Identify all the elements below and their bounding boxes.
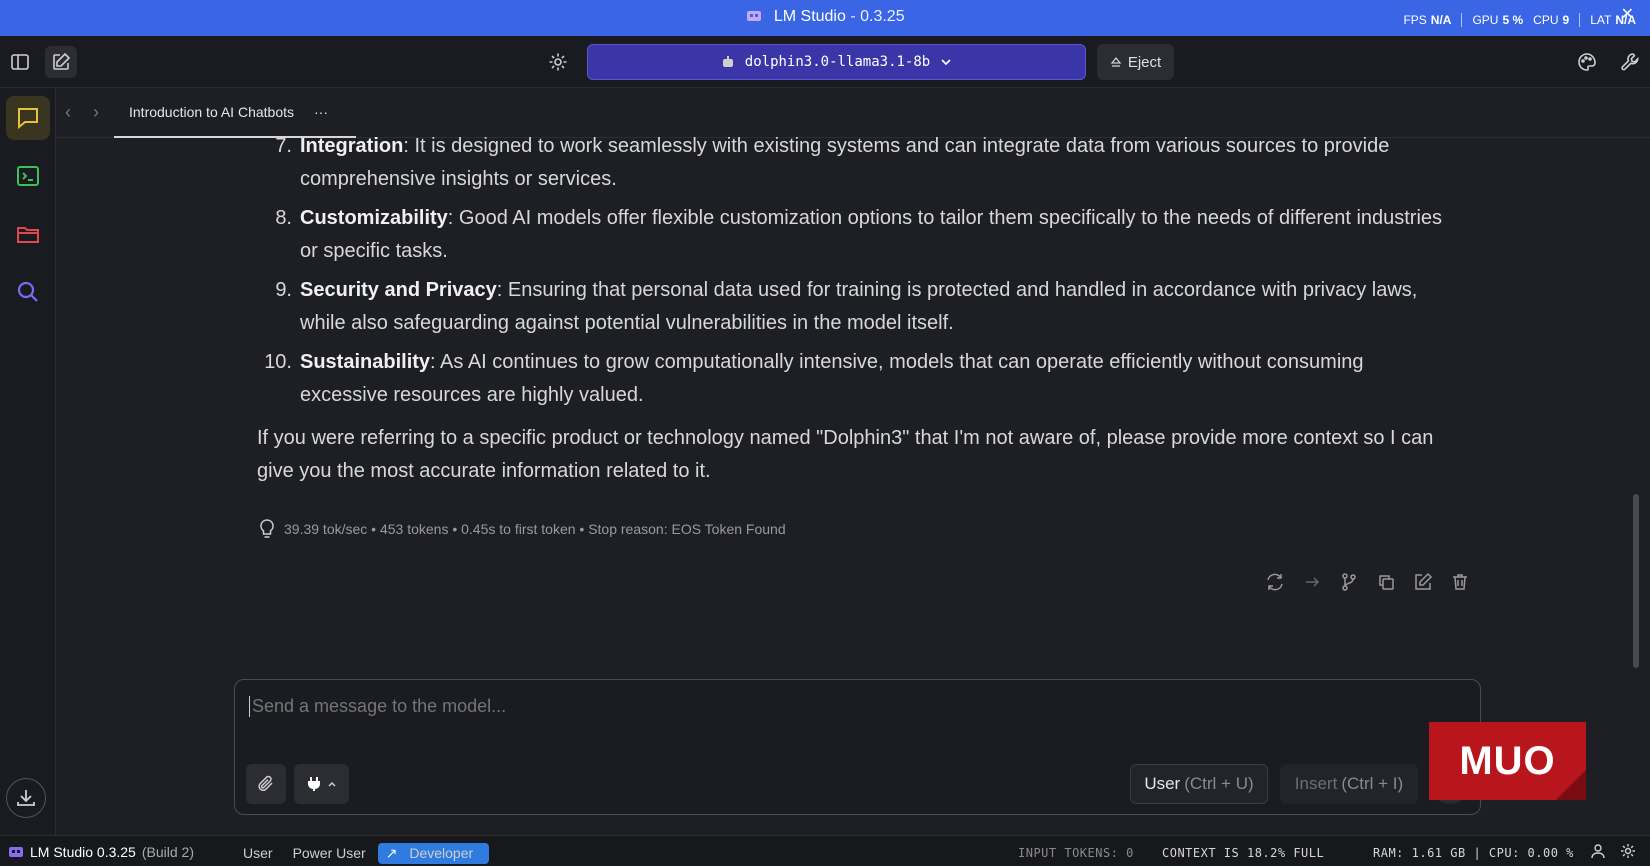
list-item: 9. Security and Privacy: Ensuring that pe… <box>275 279 1418 334</box>
list-item: 7. Integration: It is designed to work se… <box>275 135 1390 190</box>
chevron-up-icon <box>327 781 336 787</box>
settings-gear-icon[interactable] <box>1620 843 1636 862</box>
generation-stats-text: 39.39 tok/sec • 453 tokens • 0.45s to fi… <box>284 521 786 537</box>
download-icon[interactable] <box>6 778 46 818</box>
mode-user[interactable]: User <box>235 843 281 864</box>
mode-developer[interactable]: ↗ Developer <box>377 843 490 864</box>
lightbulb-icon <box>260 519 274 538</box>
app-name: LM Studio <box>773 8 846 25</box>
lm-studio-logo-icon <box>9 847 23 857</box>
user-profile-icon[interactable] <box>1590 843 1606 862</box>
assistant-message: 7. Integration: It is designed to work se… <box>250 130 1450 488</box>
copy-icon[interactable] <box>1376 572 1396 592</box>
status-brand: LM Studio 0.3.25 (Build 2) <box>8 844 194 860</box>
sidebar-toggle-icon[interactable] <box>4 46 36 78</box>
closing-paragraph: If you were referring to a specific prod… <box>257 427 1434 482</box>
status-build: (Build 2) <box>141 844 194 860</box>
gpu-stat: GPU 5 % <box>1472 13 1524 27</box>
gear-icon[interactable] <box>542 46 574 78</box>
search-icon[interactable] <box>6 270 50 314</box>
chevron-down-icon <box>941 59 951 66</box>
message-input[interactable] <box>249 696 1449 717</box>
chat-scrollbar[interactable] <box>1633 494 1639 668</box>
title-separator: - <box>845 8 861 25</box>
user-role-button[interactable]: User (Ctrl + U) <box>1130 764 1268 804</box>
continue-arrow-icon[interactable] <box>1302 572 1322 592</box>
fps-stat: FPS N/A <box>1403 13 1452 27</box>
model-name: dolphin3.0-llama3.1-8b <box>744 54 931 70</box>
palette-icon[interactable] <box>1571 46 1603 78</box>
forward-arrow-icon[interactable]: › <box>93 102 99 123</box>
status-app-version: LM Studio 0.3.25 <box>30 844 136 860</box>
edit-icon[interactable] <box>1413 572 1433 592</box>
ram-usage: RAM: 1.61 GB | CPU: 0.00 % <box>1373 846 1574 860</box>
branch-icon[interactable] <box>1339 572 1359 592</box>
app-version: 0.3.25 <box>860 8 905 25</box>
mode-switcher: User Power User ↗ Developer <box>235 843 490 864</box>
message-actions <box>1265 572 1470 592</box>
chat-nav-icon[interactable] <box>6 96 50 140</box>
new-chat-icon[interactable] <box>45 46 77 78</box>
plugins-button[interactable] <box>294 764 349 804</box>
list-item: 8. Customizability: Good AI models offer … <box>275 207 1443 262</box>
eject-label: Eject <box>1127 53 1162 71</box>
attach-button[interactable] <box>246 764 286 804</box>
message-composer: User(Ctrl + U) Insert(Ctrl + I) <box>234 679 1481 815</box>
eject-icon <box>1110 56 1122 67</box>
folder-icon[interactable] <box>6 212 50 256</box>
model-selector[interactable]: dolphin3.0-llama3.1-8b <box>587 44 1086 80</box>
left-navigation-rail <box>0 88 56 835</box>
wrench-icon[interactable] <box>1614 46 1646 78</box>
performance-stats: FPS N/A GPU 5 % CPU 9 LAT N/A <box>1403 13 1636 27</box>
top-toolbar: dolphin3.0-llama3.1-8b Eject <box>0 36 1650 88</box>
list-item: 10. Sustainability: As AI continues to gr… <box>264 351 1364 406</box>
insert-button[interactable]: Insert (Ctrl + I) <box>1280 764 1418 804</box>
eject-button[interactable]: Eject <box>1097 44 1174 80</box>
lm-studio-logo-icon <box>747 11 762 21</box>
regenerate-icon[interactable] <box>1265 572 1285 592</box>
plug-icon <box>307 777 320 791</box>
tab-more-icon[interactable]: ··· <box>314 104 328 120</box>
developer-terminal-icon[interactable] <box>6 154 50 198</box>
tab-title: Introduction to AI Chatbots <box>129 104 294 120</box>
robot-icon <box>722 56 733 67</box>
paperclip-icon <box>258 775 273 791</box>
back-arrow-icon[interactable]: ‹ <box>65 102 71 123</box>
muo-watermark-logo: MUO <box>1429 722 1586 800</box>
trash-icon[interactable] <box>1450 572 1470 592</box>
input-tokens: INPUT TOKENS: 0 <box>1018 846 1134 860</box>
status-bar: LM Studio 0.3.25 (Build 2) User Power Us… <box>0 835 1650 866</box>
generation-stats: 39.39 tok/sec • 453 tokens • 0.45s to fi… <box>258 518 786 540</box>
numbered-list: 7. Integration: It is designed to work se… <box>250 130 1450 412</box>
context-usage: CONTEXT IS 18.2% FULL <box>1162 846 1325 860</box>
mode-power-user[interactable]: Power User <box>285 843 374 864</box>
close-icon[interactable]: ✕ <box>1621 4 1634 24</box>
cpu-stat: CPU 9 <box>1533 13 1570 27</box>
title-bar: LM Studio - 0.3.25 FPS N/A GPU 5 % CPU 9 LA… <box>0 0 1650 36</box>
